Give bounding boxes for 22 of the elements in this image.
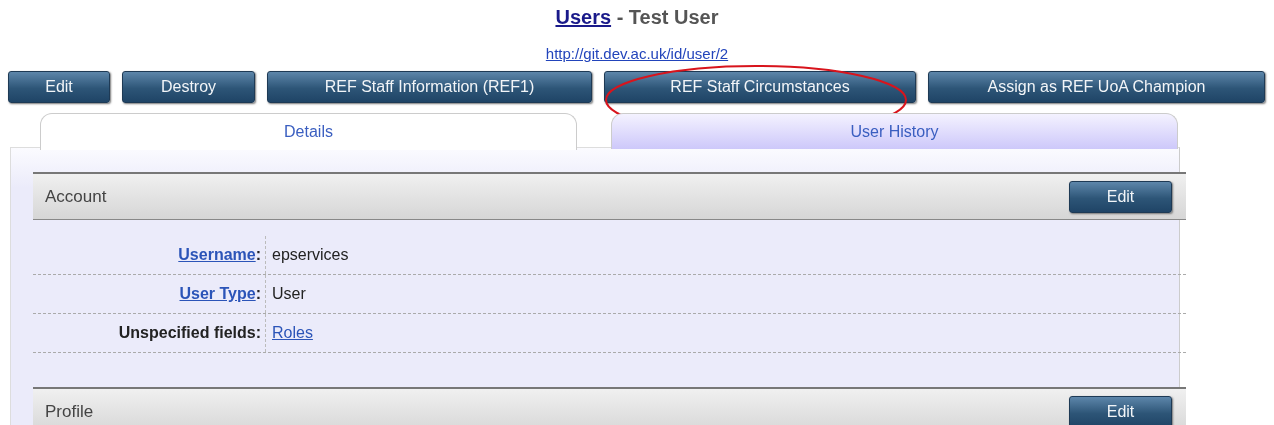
field-label: Username: [33, 236, 266, 274]
action-button[interactable]: REF Staff Information (REF1) [267, 71, 592, 103]
user-url-link[interactable]: http://git.dev.ac.uk/id/user/2 [545, 45, 729, 62]
field-link[interactable]: User Type [179, 285, 256, 303]
action-button[interactable]: Edit [8, 71, 110, 103]
field-label: Unspecified fields: [33, 314, 266, 352]
action-button[interactable]: REF Staff Circumstances [604, 71, 916, 103]
users-link[interactable]: Users [555, 6, 612, 28]
section-title: Account [45, 186, 107, 207]
edit-button[interactable]: Edit [1069, 180, 1172, 213]
tab[interactable]: Details [40, 113, 577, 150]
field-value: epservices [271, 246, 349, 264]
edit-button[interactable]: Edit [1069, 395, 1172, 425]
field-link[interactable]: Username [178, 246, 256, 264]
value-link[interactable]: Roles [272, 324, 313, 341]
action-button[interactable]: Destroy [122, 71, 255, 103]
section-title: Profile [45, 401, 94, 422]
tab[interactable]: User History [611, 113, 1178, 149]
field-value: User [271, 285, 306, 303]
page-title: Users - Test User [555, 6, 719, 29]
field-label: User Type: [33, 275, 266, 313]
action-button[interactable]: Assign as REF UoA Champion [928, 71, 1265, 103]
